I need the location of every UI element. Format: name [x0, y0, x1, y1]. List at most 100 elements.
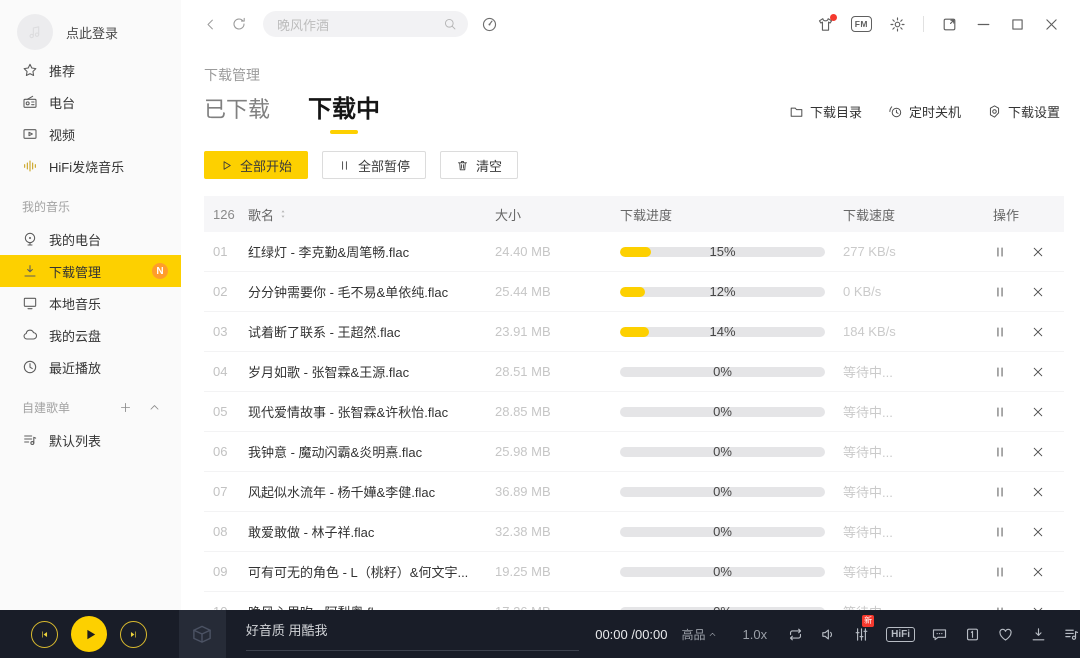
progress-percent: 14% [620, 324, 825, 339]
sidebar-item-recent-play[interactable]: 最近播放 [0, 351, 181, 383]
collapse-icon[interactable] [148, 401, 161, 414]
sort-icon[interactable] [278, 209, 288, 219]
tab-downloading[interactable]: 下载中 [308, 89, 380, 135]
progress-percent: 0% [620, 444, 825, 459]
sidebar-item-radio[interactable]: 电台 [0, 86, 181, 118]
pause-row-icon[interactable] [993, 365, 1007, 379]
progress-percent: 0% [620, 364, 825, 379]
section-label: 我的音乐 [22, 198, 70, 215]
column-name[interactable]: 歌名 [248, 205, 495, 224]
skin-button[interactable] [817, 16, 834, 33]
login-link[interactable]: 点此登录 [66, 23, 118, 42]
remove-row-icon[interactable] [1031, 365, 1045, 379]
table-row[interactable]: 06 我钟意 - 魔动闪霸&炎明熹.flac 25.98 MB 0% 等待中..… [204, 432, 1064, 472]
remove-row-icon[interactable] [1031, 325, 1045, 339]
search-input[interactable]: 晚风作酒 [263, 11, 468, 37]
clock-icon [22, 359, 38, 375]
table-row[interactable]: 10 晚风心里吹 - 阿梨粤.flac 17.26 MB 0% 等待中... [204, 592, 1064, 610]
refresh-icon[interactable] [231, 16, 247, 32]
pause-row-icon[interactable] [993, 445, 1007, 459]
remove-row-icon[interactable] [1031, 445, 1045, 459]
pause-row-icon[interactable] [993, 325, 1007, 339]
add-playlist-icon[interactable] [119, 401, 132, 414]
pause-row-icon[interactable] [993, 525, 1007, 539]
play-queue-icon[interactable] [1063, 626, 1080, 643]
download-directory-button[interactable]: 下载目录 [789, 102, 862, 121]
music-recognition-icon[interactable] [481, 16, 498, 33]
minimize-icon[interactable] [975, 16, 992, 33]
table-row[interactable]: 05 现代爱情故事 - 张智霖&许秋怡.flac 28.85 MB 0% 等待中… [204, 392, 1064, 432]
play-button[interactable] [71, 616, 107, 652]
table-row[interactable]: 09 可有可无的角色 - L（桃籽）&何文宇... 19.25 MB 0% 等待… [204, 552, 1064, 592]
row-index: 02 [204, 284, 248, 299]
table-body: 01 红绿灯 - 李克勤&周笔畅.flac 24.40 MB 15% 277 K… [204, 232, 1064, 610]
pause-row-icon[interactable] [993, 565, 1007, 579]
remove-row-icon[interactable] [1031, 405, 1045, 419]
favorite-heart-icon[interactable] [997, 626, 1014, 643]
video-icon [22, 126, 38, 142]
quality-selector[interactable]: 高品 [682, 626, 717, 643]
table-row[interactable]: 01 红绿灯 - 李克勤&周笔畅.flac 24.40 MB 15% 277 K… [204, 232, 1064, 272]
progress-slider[interactable] [246, 650, 579, 651]
remove-row-icon[interactable] [1031, 485, 1045, 499]
sidebar-item-local-music[interactable]: 本地音乐 [0, 287, 181, 319]
download-song-icon[interactable] [1030, 626, 1047, 643]
mini-mode-icon[interactable] [941, 16, 958, 33]
back-icon[interactable] [203, 17, 218, 32]
row-index: 09 [204, 564, 248, 579]
hifi-button[interactable]: HiFi [886, 627, 915, 642]
download-speed: 等待中... [843, 482, 993, 501]
tab-downloaded[interactable]: 已下载 [204, 92, 270, 135]
playback-rate-button[interactable]: 1.0x [743, 627, 768, 642]
table-row[interactable]: 08 敢爱敢做 - 林子祥.flac 32.38 MB 0% 等待中... [204, 512, 1064, 552]
table-row[interactable]: 03 试着断了联系 - 王超然.flac 23.91 MB 14% 184 KB… [204, 312, 1064, 352]
pause-row-icon[interactable] [993, 485, 1007, 499]
fm-button[interactable]: FM [851, 16, 872, 32]
table-row[interactable]: 04 岁月如歌 - 张智霖&王源.flac 28.51 MB 0% 等待中... [204, 352, 1064, 392]
sidebar-item-video[interactable]: 视频 [0, 118, 181, 150]
sidebar-item-default-playlist[interactable]: 默认列表 [0, 424, 181, 456]
sidebar-item-hifi[interactable]: HiFi发烧音乐 [0, 150, 181, 182]
progress-percent: 0% [620, 404, 825, 419]
sidebar-item-my-radio[interactable]: 我的电台 [0, 223, 181, 255]
sidebar-item-download-manager[interactable]: 下载管理 N [0, 255, 181, 287]
sound-effects-button[interactable]: 新 [853, 626, 870, 643]
song-name: 红绿灯 - 李克勤&周笔畅.flac [248, 242, 495, 261]
file-size: 28.85 MB [495, 404, 620, 419]
divider [923, 16, 924, 32]
remove-row-icon[interactable] [1031, 245, 1045, 259]
download-settings-button[interactable]: 下载设置 [987, 102, 1060, 121]
sidebar-item-recommend[interactable]: 推荐 [0, 54, 181, 86]
row-index: 04 [204, 364, 248, 379]
remove-row-icon[interactable] [1031, 285, 1045, 299]
start-all-button[interactable]: 全部开始 [204, 151, 308, 179]
profile-block[interactable]: 点此登录 [0, 0, 181, 54]
scheduled-shutdown-button[interactable]: 定时关机 [888, 102, 961, 121]
table-row[interactable]: 02 分分钟需要你 - 毛不易&单依纯.flac 25.44 MB 12% 0 … [204, 272, 1064, 312]
avatar[interactable] [17, 14, 53, 50]
search-icon[interactable] [443, 17, 457, 31]
desktop-lyrics-icon[interactable] [964, 626, 981, 643]
clear-button[interactable]: 清空 [440, 151, 518, 179]
settings-gear-icon[interactable] [889, 16, 906, 33]
pause-row-icon[interactable] [993, 405, 1007, 419]
album-art[interactable] [179, 610, 226, 658]
sidebar-item-cloud-disk[interactable]: 我的云盘 [0, 319, 181, 351]
volume-icon[interactable] [820, 626, 837, 643]
remove-row-icon[interactable] [1031, 525, 1045, 539]
loop-mode-icon[interactable] [787, 626, 804, 643]
pause-all-button[interactable]: 全部暂停 [322, 151, 426, 179]
comment-icon[interactable] [931, 626, 948, 643]
shutdown-timer-icon [888, 104, 903, 119]
file-size: 25.44 MB [495, 284, 620, 299]
toolbar: 全部开始 全部暂停 清空 [204, 151, 1080, 179]
previous-track-button[interactable] [31, 621, 58, 648]
pause-row-icon[interactable] [993, 285, 1007, 299]
pause-row-icon[interactable] [993, 245, 1007, 259]
table-row[interactable]: 07 风起似水流年 - 杨千嬅&李健.flac 36.89 MB 0% 等待中.… [204, 472, 1064, 512]
next-track-button[interactable] [120, 621, 147, 648]
maximize-icon[interactable] [1009, 16, 1026, 33]
row-actions [993, 325, 1064, 339]
remove-row-icon[interactable] [1031, 565, 1045, 579]
close-icon[interactable] [1043, 16, 1060, 33]
